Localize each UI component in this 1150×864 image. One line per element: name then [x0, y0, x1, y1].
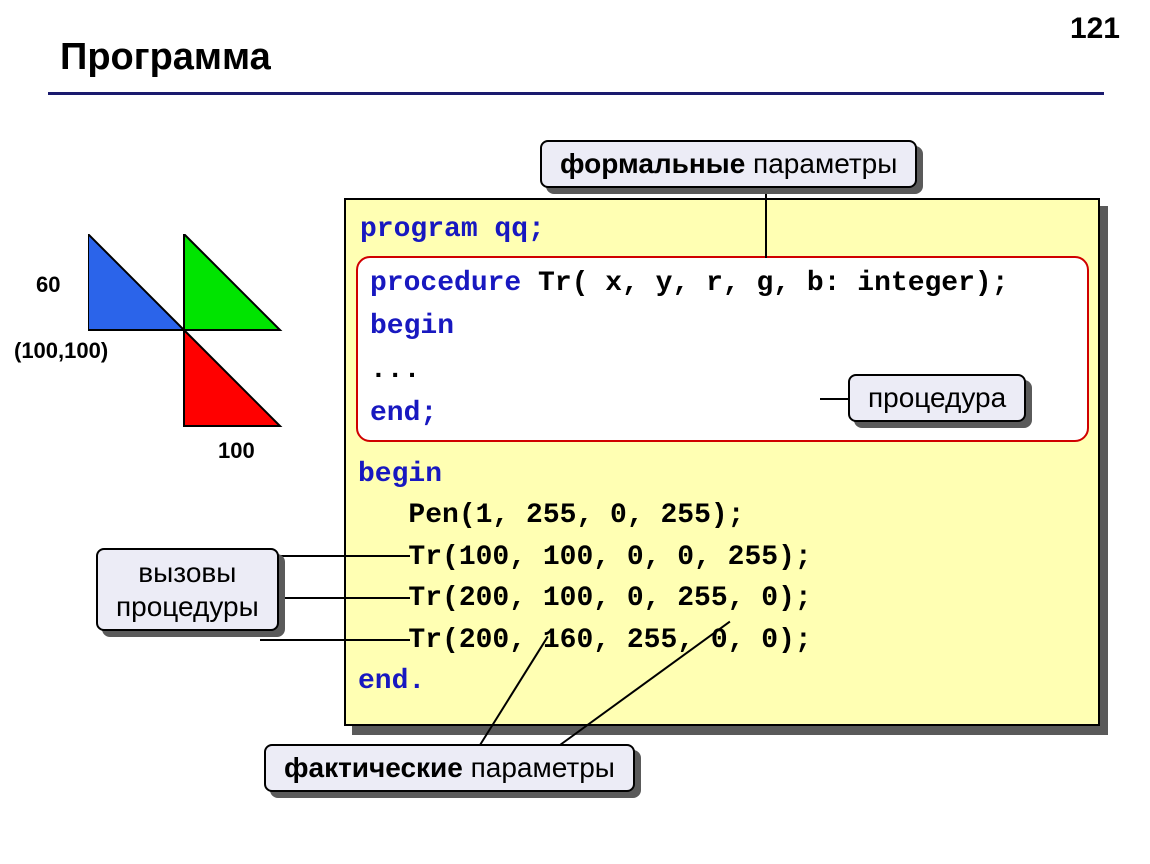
code-program-line: program qq;: [360, 210, 1098, 251]
page-number: 121: [1070, 12, 1120, 46]
label-60: 60: [36, 272, 60, 298]
callout-calls-line2: процедуры: [116, 590, 259, 624]
call-tr1-id: Tr: [358, 542, 442, 573]
connector-calls-1: [260, 555, 410, 557]
call-tr2-args: (200, 100, 0, 255, 0);: [442, 583, 812, 614]
label-coord: (100,100): [14, 338, 108, 364]
call-tr3-args: (200, 160, 255, 0, 0);: [442, 625, 812, 656]
connector-calls-2: [260, 597, 410, 599]
call-pen-args: (1, 255, 0, 255);: [459, 500, 745, 531]
call-tr1-args: (100, 100, 0, 0, 255);: [442, 542, 812, 573]
callout-calls: вызовы процедуры: [96, 548, 279, 631]
callout-procedure: процедура: [848, 374, 1026, 422]
call-pen-id: Pen: [358, 500, 459, 531]
kw-end: end.: [358, 666, 425, 697]
callout-actual-rest: параметры: [463, 752, 615, 783]
connector-formal: [765, 192, 767, 258]
callout-calls-line1: вызовы: [116, 556, 259, 590]
kw-procedure: procedure: [370, 268, 521, 299]
connector-procedure: [820, 398, 848, 400]
callout-formal-params: формальные параметры: [540, 140, 917, 188]
callout-formal-strong: формальные: [560, 148, 745, 179]
label-100: 100: [218, 438, 255, 464]
callout-actual-params: фактические параметры: [264, 744, 635, 792]
title-divider: [48, 92, 1104, 95]
callout-formal-rest: параметры: [745, 148, 897, 179]
connector-calls-3: [260, 639, 410, 641]
program-body-code: begin Pen(1, 255, 0, 255); Tr(100, 100, …: [358, 454, 812, 703]
triangle-diagram: [88, 234, 328, 464]
proc-signature: Tr( x, y, r, g, b: integer);: [521, 268, 1008, 299]
callout-actual-strong: фактические: [284, 752, 463, 783]
kw-begin: begin: [358, 459, 442, 490]
page-title: Программа: [60, 36, 271, 79]
kw-begin-proc: begin: [370, 305, 1009, 348]
